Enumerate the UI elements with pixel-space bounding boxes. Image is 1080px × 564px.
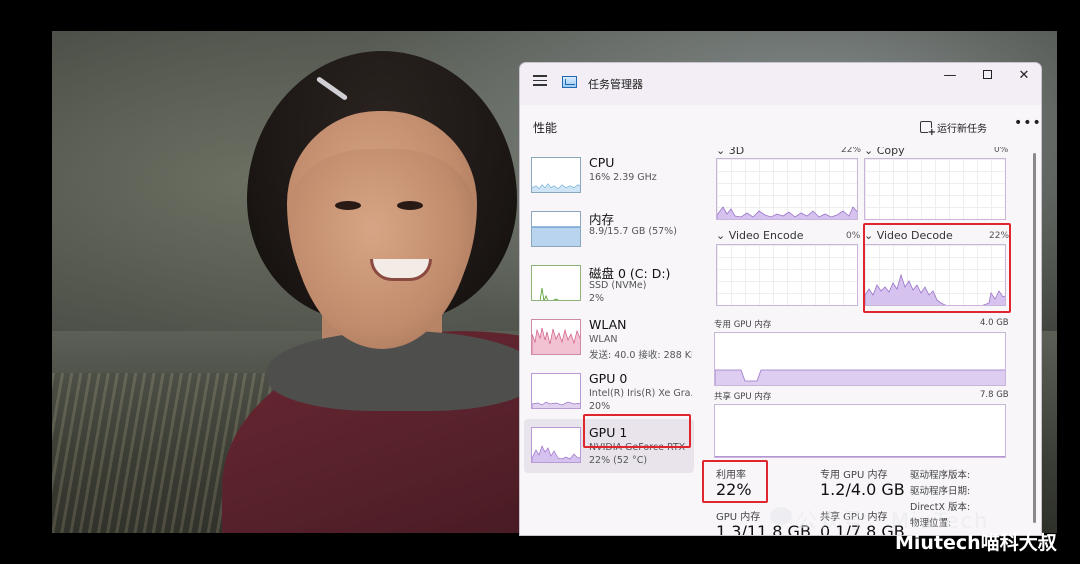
engine-selector-3d[interactable]: ⌄ 3D — [716, 147, 744, 157]
screenshot-canvas: 任务管理器 — ✕ 性能 运行新任务 ••• CPU 16% 2.39 GHz — [0, 0, 1080, 564]
engine-pct: 0% — [846, 231, 861, 241]
run-new-task-label: 运行新任务 — [937, 123, 987, 135]
device-usage: 发送: 40.0 接收: 288 Kb — [589, 350, 692, 361]
engine-graph-3d — [716, 158, 858, 220]
maximize-button[interactable] — [969, 66, 1005, 86]
device-list: CPU 16% 2.39 GHz 内存 8.9/15.7 GB (57%) 磁盘… — [520, 147, 698, 535]
dedicated-memory-value: 1.2/4.0 GB — [820, 480, 905, 499]
highlight-utilization — [702, 460, 768, 503]
device-detail: 8.9/15.7 GB (57%) — [589, 226, 677, 237]
device-name: GPU 0 — [589, 371, 628, 386]
maximize-icon — [982, 70, 992, 79]
page-header: 性能 运行新任务 ••• — [520, 105, 1041, 147]
gpu-memory-label: GPU 内存 — [716, 512, 761, 523]
shared-memory-graph-max: 7.8 GB — [980, 390, 1009, 400]
photo-eye-left — [335, 201, 361, 210]
run-task-icon — [920, 121, 936, 138]
device-detail: 16% 2.39 GHz — [589, 172, 657, 183]
engine-graph-video-encode — [716, 244, 858, 306]
device-usage: 20% — [589, 401, 611, 412]
engine-graph-copy — [864, 158, 1006, 220]
task-manager-app-icon — [562, 76, 577, 88]
cpu-thumbnail-graph — [531, 157, 581, 193]
device-item-disk[interactable]: 磁盘 0 (C: D:) SSD (NVMe) 2% — [524, 257, 694, 311]
shared-memory-graph — [714, 404, 1006, 458]
device-item-gpu0[interactable]: GPU 0 Intel(R) Iris(R) Xe Gra... 20% — [524, 365, 694, 419]
driver-version-label: 驱动程序版本: — [910, 470, 971, 481]
device-name: CPU — [589, 155, 615, 170]
dedicated-memory-graph — [714, 332, 1006, 386]
wlan-thumbnail-graph — [531, 319, 581, 355]
gpu0-thumbnail-graph — [531, 373, 581, 409]
device-detail: WLAN — [589, 334, 618, 345]
hamburger-menu-icon[interactable] — [533, 75, 547, 87]
engine-pct: 22% — [841, 147, 862, 155]
highlight-video-decode — [863, 223, 1011, 313]
disk-thumbnail-graph — [531, 265, 581, 301]
device-item-memory[interactable]: 内存 8.9/15.7 GB (57%) — [524, 203, 694, 257]
memory-thumbnail-graph — [531, 211, 581, 247]
window-title: 任务管理器 — [588, 78, 643, 91]
title-bar[interactable]: 任务管理器 — ✕ — [520, 63, 1041, 105]
device-item-cpu[interactable]: CPU 16% 2.39 GHz — [524, 149, 694, 203]
device-usage: 2% — [589, 293, 605, 304]
engine-selector-video-encode[interactable]: ⌄ Video Encode — [716, 229, 803, 242]
device-item-wlan[interactable]: WLAN WLAN 发送: 40.0 接收: 288 Kb — [524, 311, 694, 365]
more-options-button[interactable]: ••• — [1014, 115, 1041, 131]
photo-eye-right — [397, 201, 423, 210]
device-detail: SSD (NVMe) — [589, 280, 647, 291]
close-button[interactable]: ✕ — [1006, 66, 1041, 86]
engine-label: Video Encode — [728, 229, 804, 242]
watermark-brand: Miutech喵科大叔 — [895, 532, 1057, 554]
engine-pct: 0% — [994, 147, 1009, 155]
dedicated-memory-graph-label: 专用 GPU 内存 — [714, 320, 772, 330]
engine-selector-copy[interactable]: ⌄ Copy — [864, 147, 905, 157]
engine-label: 3D — [728, 147, 745, 157]
dedicated-memory-graph-max: 4.0 GB — [980, 318, 1009, 328]
page-title: 性能 — [533, 121, 558, 135]
gpu1-thumbnail-graph — [531, 427, 581, 463]
shared-memory-graph-label: 共享 GPU 内存 — [714, 392, 772, 402]
driver-date-label: 驱动程序日期: — [910, 486, 971, 497]
device-name: WLAN — [589, 317, 627, 332]
highlight-gpu1-name — [583, 414, 691, 448]
run-new-task-button[interactable]: 运行新任务 — [920, 117, 987, 138]
device-detail: Intel(R) Iris(R) Xe Gra... — [589, 388, 692, 399]
vertical-scrollbar[interactable] — [1033, 153, 1036, 523]
minimize-button[interactable]: — — [932, 66, 968, 86]
device-usage: 22% (52 °C) — [589, 455, 648, 466]
dedicated-memory-label: 专用 GPU 内存 — [820, 470, 888, 481]
engine-label: Copy — [876, 147, 905, 157]
wechat-logo-icon — [770, 507, 792, 525]
